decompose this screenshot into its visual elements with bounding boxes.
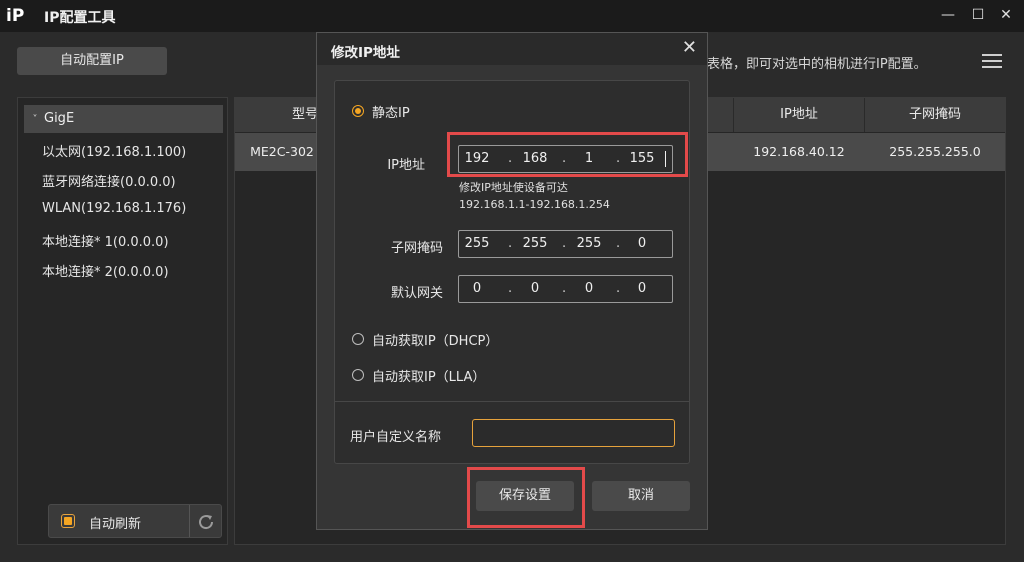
ip-note-line1: 修改IP地址使设备可达 (459, 181, 568, 194)
dialog-title: 修改IP地址 (331, 45, 400, 61)
dialog-close-icon[interactable]: ✕ (682, 38, 697, 58)
gateway-octet-2[interactable]: 0 (517, 276, 553, 302)
mask-octet-3[interactable]: 255 (571, 231, 607, 257)
auto-refresh-checkbox[interactable] (61, 514, 75, 528)
gateway-octet-4[interactable]: 0 (624, 276, 660, 302)
static-ip-label: 静态IP (372, 106, 410, 121)
tree-item-bluetooth[interactable]: 蓝牙网络连接(0.0.0.0) (42, 171, 176, 190)
cell-model: ME2C-302 (250, 144, 314, 159)
chevron-down-icon: ˅ (32, 114, 38, 125)
ip-note-line2: 192.168.1.1-192.168.1.254 (459, 198, 610, 211)
tree-item-local-2[interactable]: 本地连接* 2(0.0.0.0) (42, 261, 169, 280)
ip-octet-3[interactable]: 1 (571, 146, 607, 172)
tree-item-local-1[interactable]: 本地连接* 1(0.0.0.0) (42, 231, 169, 250)
subnet-mask-label: 子网掩码 (390, 241, 443, 256)
header-mask[interactable]: 子网掩码 (865, 98, 1005, 132)
tree-root-gige[interactable]: ˅ GigE (24, 105, 223, 133)
auto-refresh-control: 自动刷新 (48, 504, 222, 538)
app-logo-icon: iP (6, 6, 25, 26)
static-ip-radio[interactable] (352, 105, 364, 117)
ip-address-label: IP地址 (387, 158, 425, 173)
tree-root-label: GigE (44, 111, 75, 126)
gateway-label: 默认网关 (390, 286, 443, 301)
cancel-button[interactable]: 取消 (592, 481, 690, 511)
divider (189, 505, 190, 537)
cell-ip: 192.168.40.12 (753, 144, 845, 159)
hint-text: 表格，即可对选中的相机进行IP配置。 (707, 57, 927, 72)
dhcp-label: 自动获取IP（DHCP） (372, 334, 499, 349)
refresh-icon[interactable] (195, 511, 217, 533)
tree-item-ethernet[interactable]: 以太网(192.168.1.100) (42, 141, 186, 160)
lla-label: 自动获取IP（LLA） (372, 370, 486, 385)
modify-ip-dialog: 修改IP地址 ✕ 静态IP IP地址 192 . 168 . 1 . 155 修… (316, 32, 708, 530)
menu-icon[interactable] (982, 50, 1002, 70)
header-ip[interactable]: IP地址 (734, 98, 864, 132)
mask-octet-1[interactable]: 255 (459, 231, 495, 257)
dot: . (508, 236, 513, 251)
dot: . (616, 281, 621, 296)
gateway-octet-3[interactable]: 0 (571, 276, 607, 302)
text-cursor (665, 151, 666, 167)
lla-radio[interactable] (352, 369, 364, 381)
dot: . (562, 151, 567, 166)
ip-octet-1[interactable]: 192 (459, 146, 495, 172)
dialog-form: 静态IP IP地址 192 . 168 . 1 . 155 修改IP地址使设备可… (334, 80, 690, 464)
save-settings-button[interactable]: 保存设置 (476, 481, 574, 511)
close-window-button[interactable]: ✕ (994, 4, 1018, 26)
title-bar: iP IP配置工具 — ☐ ✕ (0, 0, 1024, 32)
dot: . (616, 236, 621, 251)
custom-name-label: 用户自定义名称 (350, 430, 442, 445)
tree-item-wlan[interactable]: WLAN(192.168.1.176) (42, 201, 186, 216)
ip-address-field[interactable]: 192 . 168 . 1 . 155 (458, 145, 673, 173)
dhcp-radio[interactable] (352, 333, 364, 345)
divider (335, 401, 689, 402)
ip-octet-2[interactable]: 168 (517, 146, 553, 172)
dot: . (508, 281, 513, 296)
maximize-button[interactable]: ☐ (966, 4, 990, 26)
auto-refresh-label: 自动刷新 (89, 517, 142, 532)
auto-config-ip-button[interactable]: 自动配置IP (17, 47, 167, 75)
custom-name-input[interactable] (472, 419, 675, 447)
dot: . (508, 151, 513, 166)
minimize-button[interactable]: — (936, 4, 960, 26)
mask-octet-2[interactable]: 255 (517, 231, 553, 257)
dot: . (562, 236, 567, 251)
gateway-field[interactable]: 0 . 0 . 0 . 0 (458, 275, 673, 303)
dot: . (562, 281, 567, 296)
dot: . (616, 151, 621, 166)
subnet-mask-field[interactable]: 255 . 255 . 255 . 0 (458, 230, 673, 258)
dialog-title-bar: 修改IP地址 ✕ (317, 33, 707, 65)
network-tree-panel: ˅ GigE 以太网(192.168.1.100) 蓝牙网络连接(0.0.0.0)… (17, 97, 228, 545)
ip-octet-4[interactable]: 155 (624, 146, 660, 172)
gateway-octet-1[interactable]: 0 (459, 276, 495, 302)
mask-octet-4[interactable]: 0 (624, 231, 660, 257)
cell-mask: 255.255.255.0 (889, 144, 981, 159)
window-title: IP配置工具 (44, 10, 116, 26)
